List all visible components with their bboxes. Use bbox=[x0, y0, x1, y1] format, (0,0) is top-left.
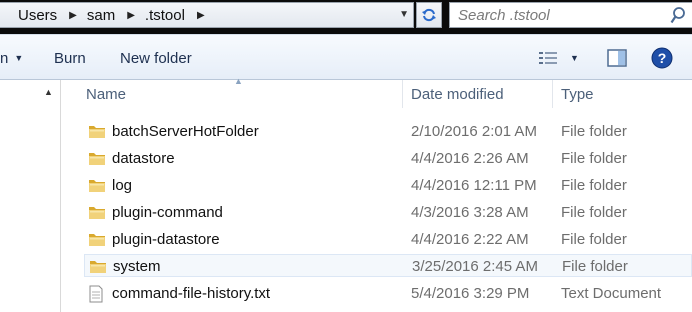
preview-pane-icon[interactable] bbox=[607, 49, 627, 67]
file-row[interactable]: system 3/25/2016 2:45 AM File folder bbox=[84, 254, 692, 277]
breadcrumb-tstool[interactable]: .tstool bbox=[145, 7, 189, 24]
file-row[interactable]: plugin-datastore 4/4/2016 2:22 AM File fol… bbox=[84, 228, 692, 251]
search-input[interactable] bbox=[450, 6, 655, 24]
file-row[interactable]: batchServerHotFolder 2/10/2016 2:01 AM Fil… bbox=[84, 120, 692, 143]
breadcrumb-separator-icon[interactable]: ▶ bbox=[119, 10, 145, 21]
column-header-row: ▲ Name Date modified Type bbox=[61, 76, 692, 108]
breadcrumb-separator-icon[interactable]: ▶ bbox=[61, 10, 87, 21]
file-name: plugin-datastore bbox=[112, 231, 220, 248]
column-header-date-modified[interactable]: Date modified bbox=[411, 86, 504, 103]
file-type: File folder bbox=[561, 150, 627, 167]
file-date-modified: 4/4/2016 2:26 AM bbox=[411, 150, 529, 167]
file-row[interactable]: command-file-history.txt 5/4/2016 3:29 PM… bbox=[84, 282, 692, 305]
address-bar-strip: Users ▶ sam ▶ .tstool ▶ ▼ bbox=[0, 0, 692, 34]
column-divider[interactable] bbox=[552, 80, 553, 108]
view-options-chevron-icon[interactable]: ▼ bbox=[570, 53, 579, 63]
file-name: batchServerHotFolder bbox=[112, 123, 259, 140]
breadcrumb-sam[interactable]: sam bbox=[87, 7, 119, 24]
change-view-icon[interactable] bbox=[538, 51, 558, 65]
refresh-icon bbox=[422, 8, 436, 22]
search-icon[interactable] bbox=[670, 7, 686, 25]
file-row[interactable]: plugin-command 4/3/2016 3:28 AM File folde… bbox=[84, 201, 692, 224]
file-date-modified: 4/4/2016 2:22 AM bbox=[411, 231, 529, 248]
file-type: File folder bbox=[561, 177, 627, 194]
help-icon[interactable]: ? bbox=[651, 47, 673, 69]
column-divider[interactable] bbox=[402, 80, 403, 108]
file-name: command-file-history.txt bbox=[112, 285, 271, 302]
open-button[interactable]: n ▼ bbox=[0, 50, 23, 67]
file-date-modified: 5/4/2016 3:29 PM bbox=[411, 285, 530, 302]
folder-icon bbox=[88, 123, 106, 143]
file-type: File folder bbox=[561, 231, 627, 248]
nav-scroll-up-icon[interactable]: ▲ bbox=[44, 87, 53, 97]
sort-ascending-icon: ▲ bbox=[234, 76, 243, 86]
command-bar: n ▼ Burn New folder ▼ ? bbox=[0, 34, 692, 80]
refresh-button[interactable] bbox=[416, 2, 442, 28]
column-header-type[interactable]: Type bbox=[561, 86, 594, 103]
file-type: File folder bbox=[561, 123, 627, 140]
file-date-modified: 2/10/2016 2:01 AM bbox=[411, 123, 537, 140]
navigation-pane: ▲ bbox=[0, 80, 61, 312]
column-header-name[interactable]: Name bbox=[86, 86, 126, 103]
file-date-modified: 4/4/2016 12:11 PM bbox=[411, 177, 537, 194]
breadcrumb-users[interactable]: Users bbox=[18, 7, 61, 24]
file-name: system bbox=[113, 258, 161, 275]
file-name: datastore bbox=[112, 150, 175, 167]
file-row[interactable]: log 4/4/2016 12:11 PM File folder bbox=[84, 174, 692, 197]
file-type: Text Document bbox=[561, 285, 662, 302]
file-type: File folder bbox=[562, 258, 628, 275]
svg-text:?: ? bbox=[658, 50, 667, 66]
file-name: log bbox=[112, 177, 133, 194]
folder-icon bbox=[88, 150, 106, 170]
address-bar[interactable]: Users ▶ sam ▶ .tstool ▶ ▼ bbox=[0, 2, 414, 28]
address-history-dropdown-icon[interactable]: ▼ bbox=[399, 9, 409, 20]
file-date-modified: 3/25/2016 2:45 AM bbox=[412, 258, 538, 275]
folder-icon bbox=[89, 258, 107, 278]
chevron-down-icon: ▼ bbox=[14, 53, 24, 63]
breadcrumb-separator-icon[interactable]: ▶ bbox=[189, 10, 215, 21]
file-name: plugin-command bbox=[112, 204, 223, 221]
folder-icon bbox=[88, 231, 106, 251]
burn-button[interactable]: Burn bbox=[54, 50, 86, 67]
new-folder-button[interactable]: New folder bbox=[120, 50, 192, 67]
file-type: File folder bbox=[561, 204, 627, 221]
search-box[interactable] bbox=[449, 2, 692, 28]
file-row[interactable]: datastore 4/4/2016 2:26 AM File folder bbox=[84, 147, 692, 170]
text-file-icon bbox=[88, 285, 104, 307]
open-button-label: n bbox=[0, 50, 9, 67]
folder-icon bbox=[88, 177, 106, 197]
folder-icon bbox=[88, 204, 106, 224]
file-date-modified: 4/3/2016 3:28 AM bbox=[411, 204, 529, 221]
